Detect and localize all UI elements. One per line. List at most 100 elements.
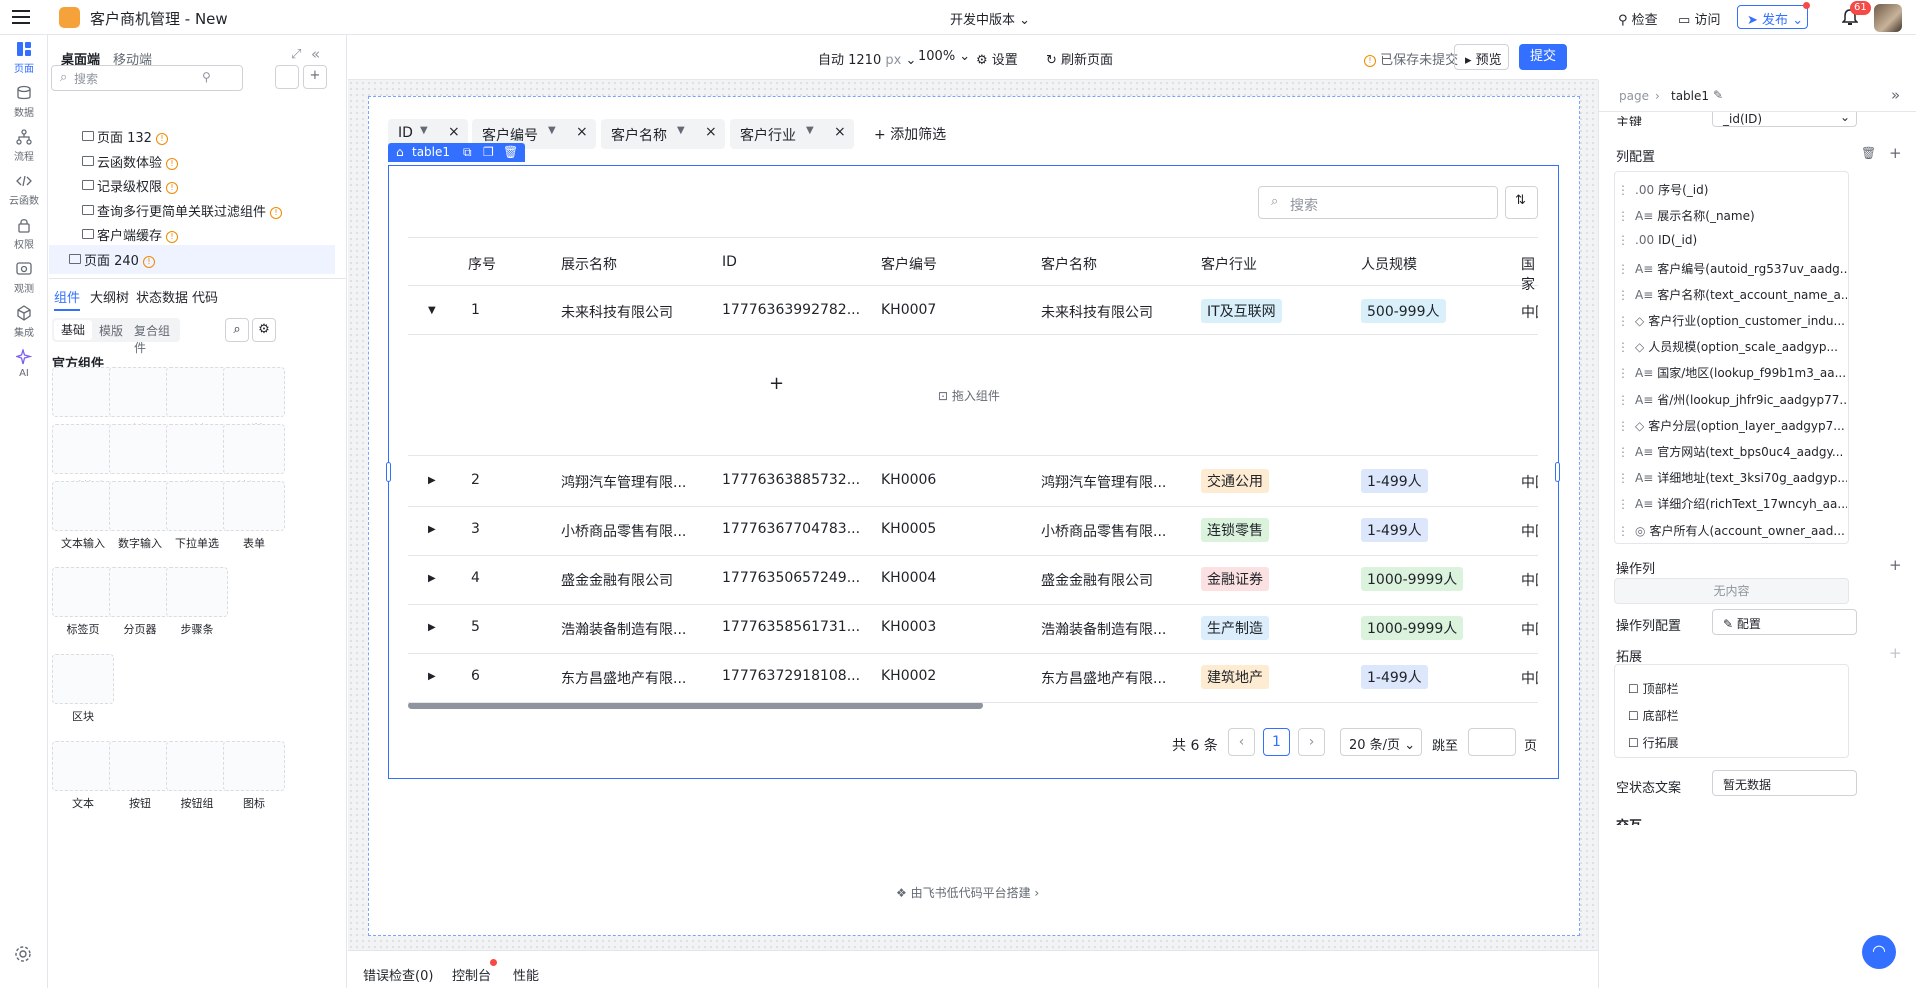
preview-button[interactable]: ▸ 预览 bbox=[1454, 44, 1509, 70]
app-title[interactable]: 客户商机管理 - New bbox=[90, 8, 228, 29]
copy-icon[interactable]: ⧉ bbox=[463, 145, 472, 160]
check-button[interactable]: ⚲ 检查 bbox=[1618, 9, 1658, 28]
error-check-tab[interactable]: 错误检查(0) bbox=[363, 965, 433, 984]
column-header[interactable]: 展示名称 bbox=[561, 254, 617, 274]
expand-row-icon[interactable]: ▶ bbox=[428, 475, 436, 486]
drag-handle-icon[interactable]: ⋮ bbox=[1617, 183, 1629, 197]
breadcrumb-root[interactable]: page bbox=[1619, 89, 1649, 103]
drag-handle-icon[interactable]: ⋮ bbox=[1617, 209, 1629, 223]
component-tile[interactable]: 区块 bbox=[52, 654, 114, 724]
submit-button[interactable]: 提交 bbox=[1519, 44, 1567, 70]
expand-row-icon[interactable]: ▶ bbox=[428, 622, 436, 633]
column-config-item[interactable]: ⋮ ◇ 客户分层(option_layer_aadgyp7... bbox=[1617, 417, 1847, 434]
column-header[interactable]: 国家 bbox=[1521, 254, 1538, 294]
delete-icon[interactable]: 🗑 bbox=[1861, 146, 1876, 160]
width-select[interactable]: 自动 1210 px ⌄ bbox=[818, 49, 916, 68]
rail-item-observe[interactable]: 观测 bbox=[0, 261, 48, 295]
drag-handle-icon[interactable]: ⋮ bbox=[1617, 419, 1629, 433]
visit-button[interactable]: ▭ 访问 bbox=[1678, 9, 1720, 28]
column-header[interactable]: ID bbox=[722, 254, 737, 270]
column-config-item[interactable]: ⋮ A≡ 省/州(lookup_jhfr9ic_aadgyp77... bbox=[1617, 391, 1847, 408]
component-tile[interactable]: 文本输入 bbox=[52, 481, 114, 551]
drag-handle-icon[interactable]: ⋮ bbox=[1617, 471, 1629, 485]
column-config-item[interactable]: ⋮ .00 ID(_id) bbox=[1617, 233, 1847, 247]
performance-tab[interactable]: 性能 bbox=[513, 965, 539, 984]
column-config-item[interactable]: ⋮ ◎ 客户所有人(account_owner_aad... bbox=[1617, 522, 1847, 539]
collapse-icon[interactable]: « bbox=[311, 45, 320, 63]
expand-row-icon[interactable]: ▶ bbox=[428, 671, 436, 682]
column-config-item[interactable]: ⋮ A≡ 展示名称(_name) bbox=[1617, 207, 1847, 224]
help-assistant-icon[interactable]: ◠ bbox=[1862, 935, 1896, 969]
column-header[interactable]: 序号 bbox=[468, 254, 496, 274]
drag-handle-icon[interactable]: ⋮ bbox=[1617, 445, 1629, 459]
component-tile[interactable]: 步骤条 bbox=[166, 567, 228, 637]
column-header[interactable]: 客户编号 bbox=[881, 254, 937, 274]
drag-handle-icon[interactable]: ⋮ bbox=[1617, 233, 1629, 247]
column-config-item[interactable]: ⋮ A≡ 国家/地区(lookup_f99b1m3_aa... bbox=[1617, 364, 1847, 381]
tab-outline[interactable]: 大纲树 bbox=[90, 287, 129, 306]
action-config-button[interactable]: ✎ 配置 bbox=[1712, 609, 1857, 635]
refresh-button[interactable]: ↻ 刷新页面 bbox=[1046, 49, 1113, 68]
gear-icon[interactable]: ⚙ bbox=[252, 318, 276, 342]
tree-search-input[interactable]: ⌕ 搜索 ⚲ bbox=[51, 65, 243, 91]
edit-icon[interactable]: ✎ bbox=[1713, 88, 1723, 102]
drag-handle-icon[interactable]: ⋮ bbox=[1617, 314, 1629, 328]
horizontal-scrollbar[interactable] bbox=[408, 702, 983, 709]
column-config-item[interactable]: ⋮ .00 序号(_id) bbox=[1617, 181, 1847, 198]
layout-icon[interactable] bbox=[275, 65, 299, 89]
close-icon[interactable]: × bbox=[705, 124, 717, 140]
subtab-basic[interactable]: 基础 bbox=[54, 320, 92, 340]
tab-state[interactable]: 状态数据 bbox=[136, 287, 188, 306]
page-size-select[interactable]: 20 条/页 ⌄ bbox=[1340, 728, 1422, 756]
column-config-item[interactable]: ⋮ ◇ 客户行业(option_customer_indu... bbox=[1617, 312, 1847, 329]
subtab-template[interactable]: 模版 bbox=[99, 322, 123, 339]
column-config-item[interactable]: ⋮ ◇ 人员规模(option_scale_aadgyp... bbox=[1617, 338, 1847, 355]
component-tile[interactable]: 按钮 bbox=[109, 741, 171, 811]
sort-button[interactable]: ⇅ bbox=[1505, 186, 1538, 219]
component-tile[interactable]: 按钮组 bbox=[166, 741, 228, 811]
expand-icon[interactable]: ⤢ bbox=[291, 47, 301, 62]
column-config-item[interactable]: ⋮ A≡ 详细地址(text_3ksi70g_aadgyp... bbox=[1617, 469, 1847, 486]
footer-brand-link[interactable]: ❖ 由飞书低代码平台搭建 › bbox=[896, 884, 1039, 901]
version-switch[interactable]: 开发中版本 ⌄ bbox=[950, 9, 1030, 28]
expand-row-icon[interactable]: ▶ bbox=[428, 524, 436, 535]
drag-handle-icon[interactable]: ⋮ bbox=[1617, 497, 1629, 511]
add-action-icon[interactable]: + bbox=[1889, 556, 1902, 574]
delete-icon[interactable]: 🗑 bbox=[503, 145, 518, 159]
tab-components[interactable]: 组件 bbox=[54, 287, 80, 306]
settings-button[interactable]: ⚙ 设置 bbox=[976, 49, 1018, 68]
rail-item-ai[interactable]: AI bbox=[0, 349, 48, 379]
table-selection-tag[interactable]: ⌂ table1 ⧉ ❐ 🗑 bbox=[388, 143, 525, 162]
component-tile[interactable]: 表单 bbox=[223, 481, 285, 551]
tab-code[interactable]: 代码 bbox=[192, 287, 218, 306]
primary-key-select[interactable]: _id(ID) ⌄ bbox=[1712, 112, 1857, 127]
extend-item-bottom[interactable]: ☐ 底部栏 bbox=[1628, 707, 1679, 724]
column-config-item[interactable]: ⋮ A≡ 客户名称(text_account_name_a... bbox=[1617, 286, 1847, 303]
page-number-button[interactable]: 1 bbox=[1263, 728, 1290, 756]
extend-item-top[interactable]: ☐ 顶部栏 bbox=[1628, 680, 1679, 697]
rail-item-page[interactable]: 页面 bbox=[0, 41, 48, 75]
menu-icon[interactable] bbox=[12, 9, 30, 25]
column-header[interactable]: 客户名称 bbox=[1041, 254, 1097, 274]
empty-text-input[interactable]: 暂无数据 bbox=[1712, 770, 1857, 796]
close-icon[interactable]: × bbox=[834, 124, 846, 140]
column-header[interactable]: 人员规模 bbox=[1361, 254, 1417, 274]
column-config-item[interactable]: ⋮ A≡ 客户编号(autoid_rg537uv_aadg... bbox=[1617, 260, 1847, 277]
prev-page-button[interactable]: ‹ bbox=[1228, 728, 1255, 756]
avatar[interactable] bbox=[1874, 4, 1902, 32]
column-header[interactable]: 客户行业 bbox=[1201, 254, 1257, 274]
add-page-icon[interactable]: + bbox=[303, 65, 327, 89]
drag-handle-icon[interactable]: ⋮ bbox=[1617, 524, 1629, 538]
next-page-button[interactable]: › bbox=[1298, 728, 1325, 756]
rail-item-data[interactable]: 数据 bbox=[0, 85, 48, 119]
rail-item-permission[interactable]: 权限 bbox=[0, 217, 48, 251]
resize-handle-left[interactable] bbox=[386, 462, 391, 482]
close-icon[interactable]: × bbox=[576, 124, 588, 140]
component-tile[interactable]: 图标 bbox=[223, 741, 285, 811]
component-tile[interactable]: 数字输入 bbox=[109, 481, 171, 551]
drag-handle-icon[interactable]: ⋮ bbox=[1617, 288, 1629, 302]
rail-item-flow[interactable]: 流程 bbox=[0, 129, 48, 163]
drag-handle-icon[interactable]: ⋮ bbox=[1617, 366, 1629, 380]
filter-customer-name[interactable]: 客户名称 ▼ × bbox=[601, 119, 725, 149]
duplicate-icon[interactable]: ❐ bbox=[483, 145, 494, 159]
